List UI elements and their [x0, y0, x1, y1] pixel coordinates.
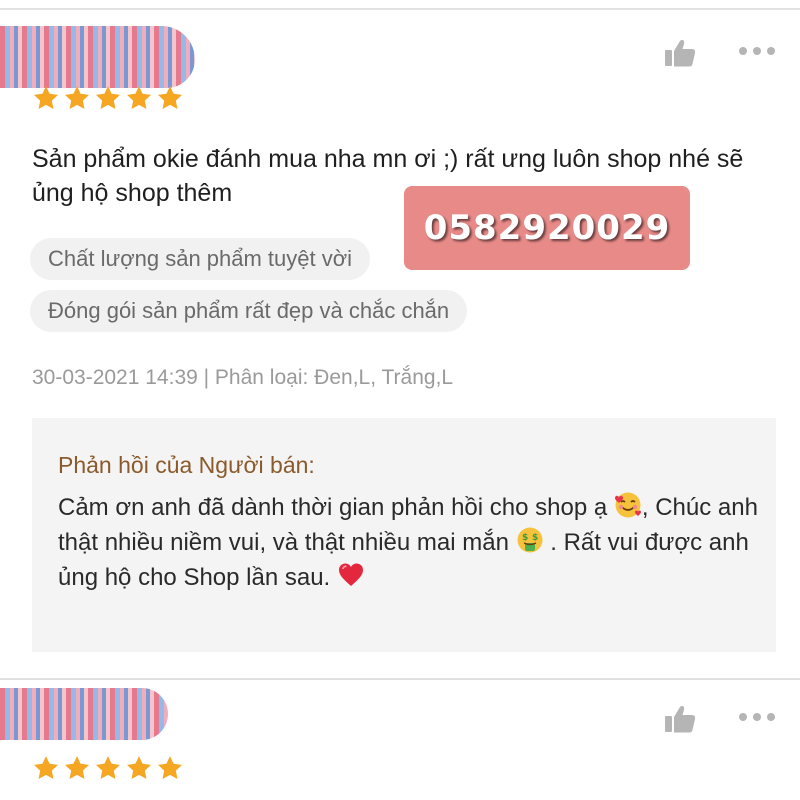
- star-icon: [157, 86, 183, 109]
- review-meta: 30-03-2021 14:39 | Phân loại: Đen,L, Trắ…: [32, 366, 454, 389]
- star-icon: [157, 756, 183, 779]
- smiling-face-with-hearts-icon: [614, 492, 641, 518]
- star-icon: [33, 756, 59, 779]
- svg-text:$: $: [532, 533, 538, 543]
- svg-text:$: $: [522, 533, 528, 543]
- star-icon: [64, 756, 90, 779]
- money-mouth-face-icon: $ $: [517, 527, 543, 553]
- star-icon: [126, 756, 152, 779]
- seller-reply-text: Cảm ơn anh đã dành thời gian phản hồi ch…: [58, 490, 758, 595]
- review-item: [0, 680, 800, 800]
- seller-reply-title: Phản hồi của Người bán:: [58, 452, 315, 478]
- star-icon: [95, 756, 121, 779]
- seller-reply-part: Cảm ơn anh đã dành thời gian phản hồi ch…: [58, 494, 614, 521]
- star-rating: [32, 84, 184, 112]
- phone-number-overlay: 0582920029: [404, 186, 690, 270]
- review-item: Sản phẩm okie đánh mua nha mn ơi ;) rất …: [0, 0, 800, 676]
- seller-reply: Phản hồi của Người bán: Cảm ơn anh đã dà…: [32, 418, 776, 652]
- review-tag: Chất lượng sản phẩm tuyệt vời: [30, 238, 371, 280]
- red-heart-icon: [338, 563, 363, 586]
- username-redacted: [0, 688, 168, 740]
- thumbs-up-icon[interactable]: [664, 704, 696, 734]
- star-rating: [32, 754, 184, 782]
- star-icon: [126, 86, 152, 109]
- thumbs-up-icon[interactable]: [664, 38, 696, 68]
- more-dots-icon[interactable]: [738, 44, 776, 58]
- review-list: Sản phẩm okie đánh mua nha mn ơi ;) rất …: [0, 0, 800, 800]
- username-redacted: [0, 26, 195, 88]
- star-icon: [95, 86, 121, 109]
- more-dots-icon[interactable]: [738, 710, 776, 724]
- review-tag: Đóng gói sản phẩm rất đẹp và chắc chắn: [30, 290, 468, 332]
- phone-number: 0582920029: [423, 208, 671, 248]
- star-icon: [33, 86, 59, 109]
- star-icon: [64, 86, 90, 109]
